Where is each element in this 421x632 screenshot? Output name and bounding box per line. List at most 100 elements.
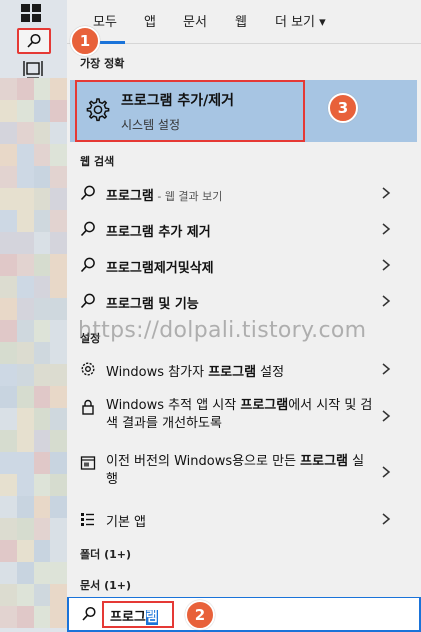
blurred-tile [33, 78, 51, 100]
blurred-tile [50, 496, 67, 518]
compatibility-icon [80, 456, 96, 470]
tab-all[interactable]: 모두 [93, 11, 117, 30]
blurred-tile [33, 166, 51, 188]
blurred-tile [16, 496, 34, 518]
blurred-tile [33, 210, 51, 232]
settings-text: 설정 [256, 365, 285, 380]
blurred-tile [33, 298, 51, 320]
blurred-tile [16, 452, 34, 474]
search-icon [82, 606, 96, 621]
tab-apps[interactable]: 앱 [144, 11, 156, 30]
search-bar[interactable]: 프로그램 [67, 597, 421, 632]
blurred-tile [50, 298, 67, 320]
step-badge-2: 2 [185, 600, 215, 630]
chevron-right-icon[interactable] [379, 258, 393, 272]
best-match-result[interactable]: 프로그램 추가/제거 시스템 설정 [70, 80, 417, 142]
blurred-tile [50, 320, 67, 342]
blurred-tile [50, 386, 67, 408]
settings-result-row[interactable]: Windows 추적 앱 시작 프로그램에서 시작 및 검색 결과를 개선하도록 [67, 391, 421, 441]
blurred-tile [16, 232, 34, 254]
blurred-tile [0, 606, 17, 628]
blurred-tile [33, 144, 51, 166]
blurred-tile [50, 166, 67, 188]
web-result-row[interactable]: 프로그램 추가 제거 [67, 211, 421, 247]
blurred-tile [33, 364, 51, 386]
blurred-tile [0, 408, 17, 430]
blurred-tile [16, 408, 34, 430]
blurred-taskbar-icons [0, 78, 67, 632]
settings-text: Windows 참가자 [106, 365, 209, 380]
blurred-tile [16, 540, 34, 562]
chevron-right-icon[interactable] [379, 465, 393, 479]
search-icon [80, 257, 95, 273]
best-match-heading: 가장 정확 [80, 57, 125, 70]
web-result-row[interactable]: 프로그램제거및삭제 [67, 247, 421, 283]
blurred-tile [50, 606, 67, 628]
windows-logo-icon[interactable] [21, 4, 41, 22]
chevron-right-icon[interactable] [379, 222, 393, 236]
web-result-row[interactable]: 프로그램 및 기능 [67, 283, 421, 319]
tab-documents[interactable]: 문서 [183, 11, 207, 30]
chevron-right-icon[interactable] [379, 186, 393, 200]
chevron-right-icon[interactable] [379, 409, 393, 423]
search-icon [80, 185, 95, 201]
blurred-tile [0, 100, 17, 122]
tab-more[interactable]: 더 보기 ▾ [275, 11, 326, 30]
blurred-tile [0, 386, 17, 408]
blurred-tile [16, 100, 34, 122]
search-tabs: 모두 앱 문서 웹 더 보기 ▾ [67, 0, 421, 44]
blurred-tile [33, 320, 51, 342]
search-typed-text: 프로그 [110, 610, 146, 625]
blurred-tile [0, 496, 17, 518]
settings-result-row[interactable]: Windows 참가자 프로그램 설정 [67, 351, 421, 387]
blurred-tile [16, 518, 34, 540]
settings-result-row[interactable]: 이전 버전의 Windows용으로 만든 프로그램 실행 [67, 447, 421, 497]
blurred-tile [0, 210, 17, 232]
folders-heading[interactable]: 폴더 (1+) [80, 546, 131, 562]
blurred-tile [0, 298, 17, 320]
blurred-tile [0, 276, 17, 298]
task-view-icon[interactable] [22, 59, 44, 79]
blurred-tile [0, 430, 17, 452]
blurred-tile [0, 540, 17, 562]
blurred-tile [50, 342, 67, 364]
watermark: https://dolpali.tistory.com [78, 318, 367, 343]
search-input[interactable]: 프로그램 [110, 606, 158, 625]
settings-text: 이전 버전의 Windows용으로 만든 [106, 454, 301, 469]
tab-web[interactable]: 웹 [235, 11, 247, 30]
web-result-text: 프로그램 [106, 189, 154, 204]
blurred-tile [50, 562, 67, 584]
taskbar-search-button[interactable] [17, 28, 51, 54]
settings-keyword: 프로그램 [300, 454, 349, 469]
blurred-tile [16, 606, 34, 628]
blurred-tile [50, 254, 67, 276]
blurred-tile [16, 210, 34, 232]
chevron-right-icon[interactable] [379, 512, 393, 526]
blurred-tile [16, 254, 34, 276]
blurred-tile [16, 78, 34, 100]
blurred-tile [16, 188, 34, 210]
settings-result-row[interactable]: 기본 앱 [67, 501, 421, 537]
blurred-tile [0, 452, 17, 474]
default-apps-icon [81, 513, 94, 526]
blurred-tile [50, 78, 67, 100]
blurred-tile [0, 78, 17, 100]
blurred-tile [33, 496, 51, 518]
best-match-title: 프로그램 추가/제거 [121, 93, 235, 109]
web-result-row[interactable]: 프로그램 - 웹 결과 보기 [67, 175, 421, 211]
documents-heading[interactable]: 문서 (1+) [80, 577, 131, 593]
search-icon [80, 221, 95, 237]
blurred-tile [0, 144, 17, 166]
blurred-tile [16, 122, 34, 144]
blurred-tile [33, 386, 51, 408]
blurred-tile [33, 342, 51, 364]
blurred-tile [50, 188, 67, 210]
blurred-tile [33, 188, 51, 210]
blurred-tile [50, 122, 67, 144]
blurred-tile [16, 386, 34, 408]
blurred-tile [0, 342, 17, 364]
blurred-tile [33, 430, 51, 452]
chevron-right-icon[interactable] [379, 294, 393, 308]
web-result-text: 프로그램 및 기능 [106, 297, 199, 312]
chevron-right-icon[interactable] [379, 362, 393, 376]
